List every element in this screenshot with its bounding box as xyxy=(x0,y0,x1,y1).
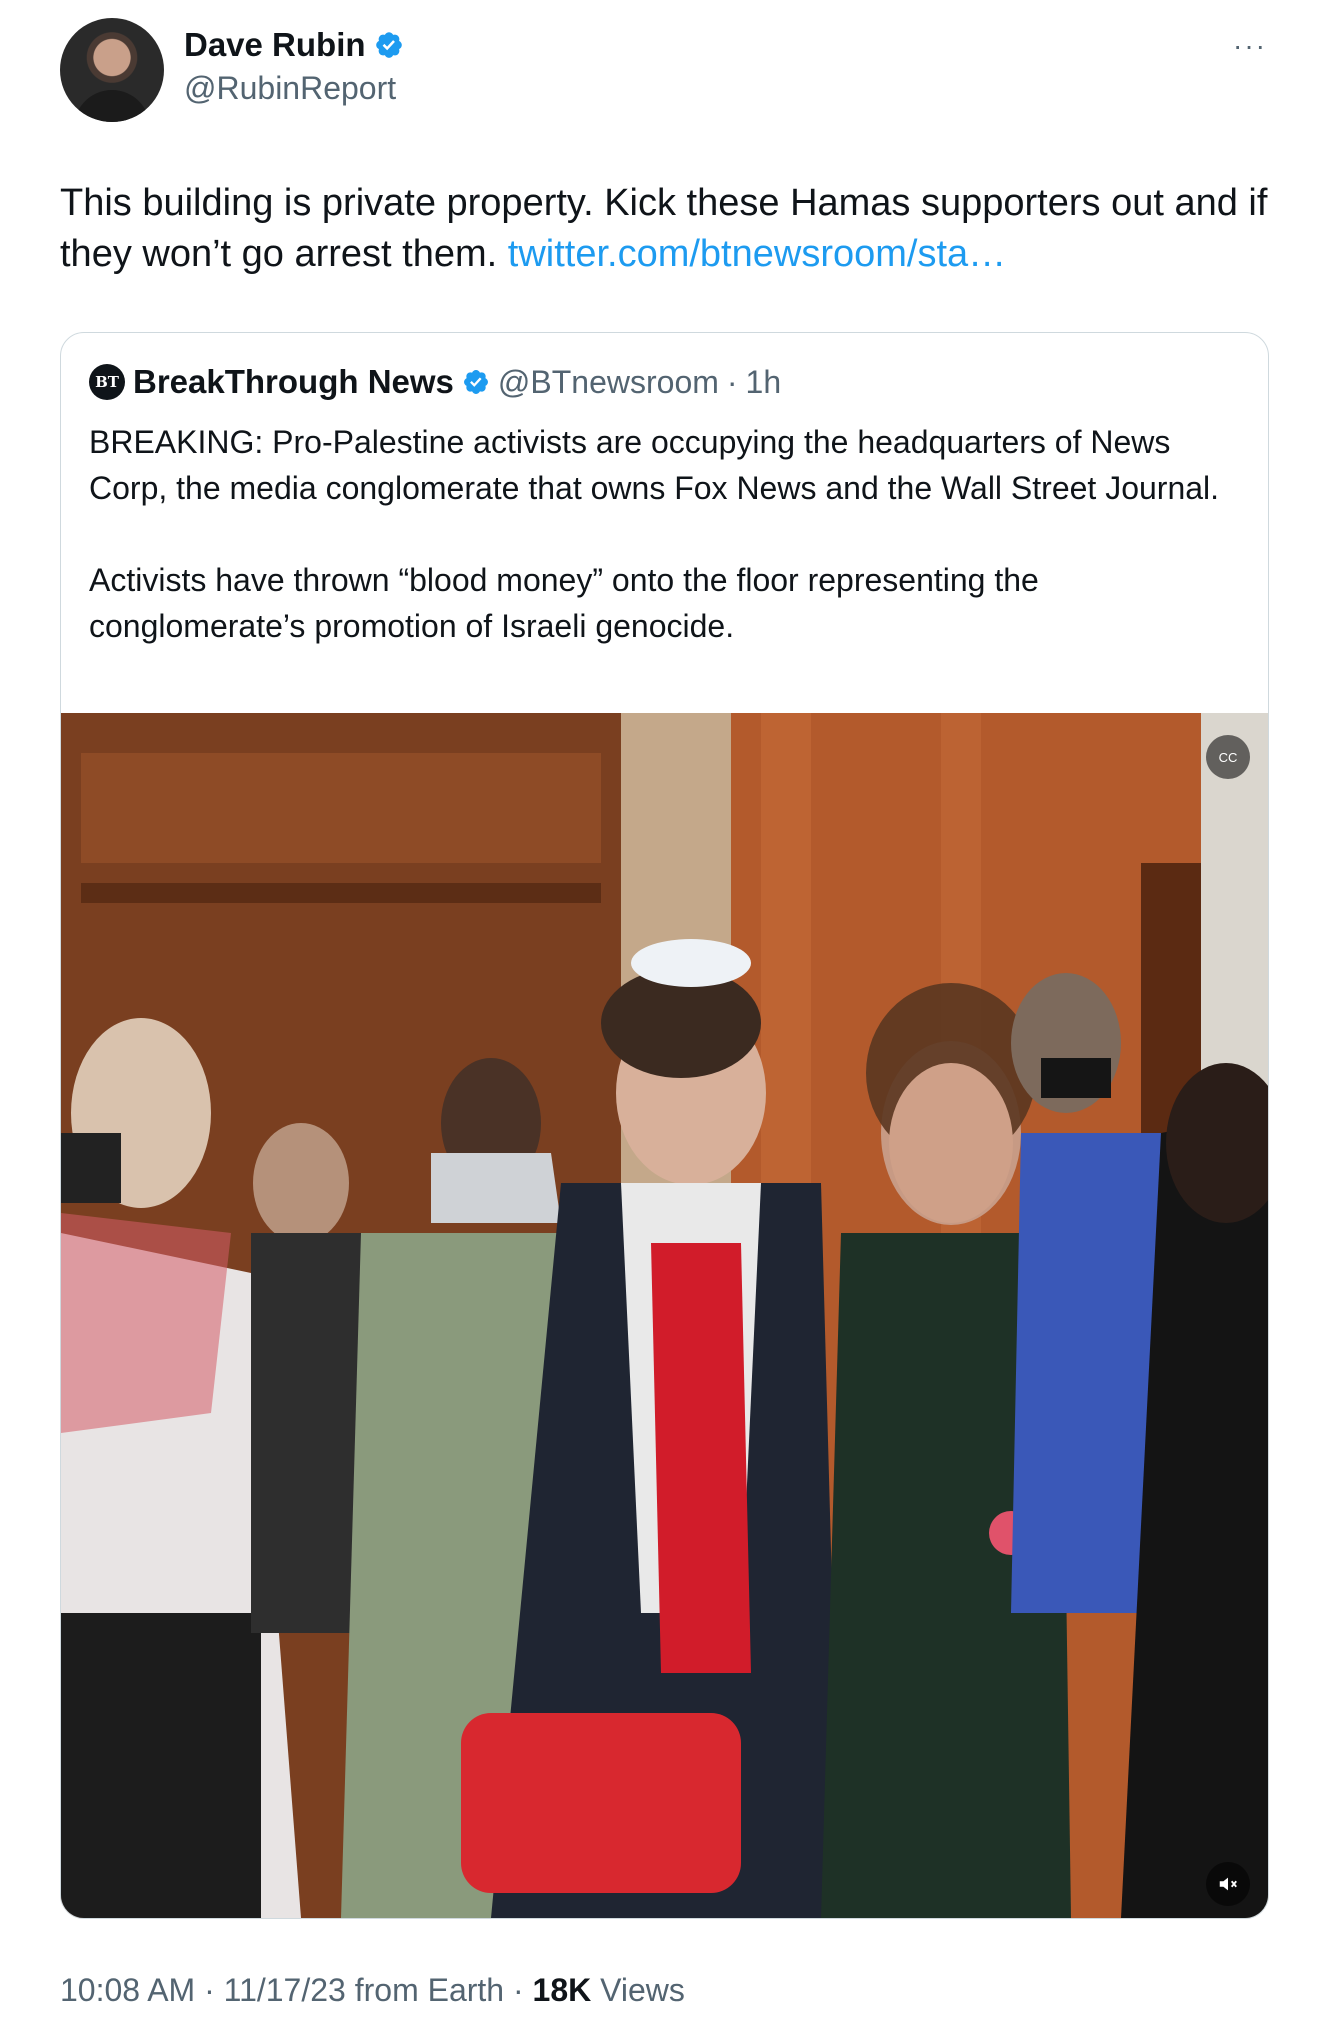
author-avatar[interactable] xyxy=(60,18,164,122)
meta-separator: · xyxy=(504,1972,533,2008)
tweet-time[interactable]: 10:08 AM xyxy=(60,1972,195,2009)
quoted-tweet-header: BT BreakThrough News @BTnewsroom · 1h xyxy=(89,363,781,401)
tweet-text: This building is private property. Kick … xyxy=(60,178,1270,280)
tweet-date[interactable]: 11/17/23 xyxy=(224,1972,346,2009)
quoted-paragraph: BREAKING: Pro-Palestine activists are oc… xyxy=(89,424,1220,506)
quoted-author-handle[interactable]: @BTnewsroom xyxy=(498,364,719,401)
video-player[interactable]: CC xyxy=(61,713,1268,1918)
more-options-icon[interactable]: ··· xyxy=(1233,30,1267,62)
tweet: Dave Rubin @RubinReport ··· This buildin… xyxy=(0,0,1327,2037)
tweet-metadata: 10:08 AM · 11/17/23 from Earth · 18K Vie… xyxy=(60,1972,685,2009)
quoted-tweet-text: BREAKING: Pro-Palestine activists are oc… xyxy=(89,419,1239,695)
muted-speaker-icon[interactable] xyxy=(1206,1862,1250,1906)
video-frame xyxy=(61,713,1268,1918)
quoted-separator: · xyxy=(726,363,738,400)
author-handle[interactable]: @RubinReport xyxy=(184,70,396,107)
author-display-name[interactable]: Dave Rubin xyxy=(184,26,366,64)
tweet-source: from Earth xyxy=(345,1972,505,2008)
verified-badge-icon xyxy=(463,370,488,394)
tweet-link[interactable]: twitter.com/btnewsroom/sta… xyxy=(508,233,1006,275)
caption-label: CC xyxy=(1218,749,1238,765)
verified-badge-icon xyxy=(375,32,402,58)
quoted-tweet[interactable]: BT BreakThrough News @BTnewsroom · 1h BR… xyxy=(60,332,1269,1919)
speaker-mute-glyph xyxy=(1219,1877,1237,1891)
views-label: Views xyxy=(591,1972,685,2008)
quoted-time[interactable]: 1h xyxy=(746,364,782,401)
views-count[interactable]: 18K xyxy=(533,1972,592,2009)
avatar-shirt xyxy=(74,90,150,122)
meta-separator: · xyxy=(195,1972,224,2008)
quoted-author-avatar[interactable]: BT xyxy=(89,364,125,400)
closed-captions-icon[interactable]: CC xyxy=(1206,735,1250,779)
quoted-author-name[interactable]: BreakThrough News xyxy=(133,363,454,401)
quoted-paragraph: Activists have thrown “blood money” onto… xyxy=(89,562,1039,644)
author-name-row: Dave Rubin xyxy=(184,26,404,64)
